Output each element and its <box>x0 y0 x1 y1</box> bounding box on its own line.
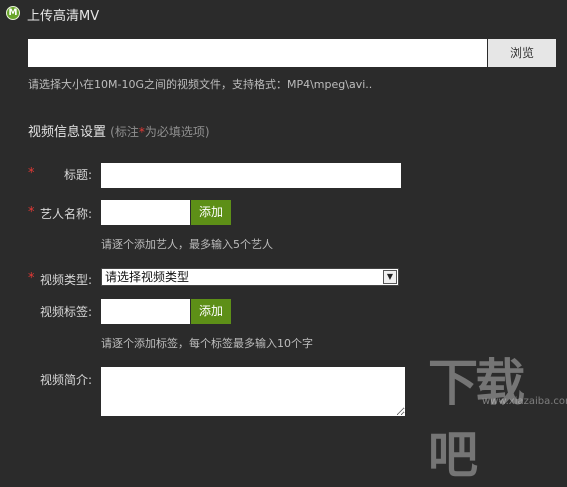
section-title-text: 视频信息设置 <box>28 125 107 140</box>
browse-button[interactable]: 浏览 <box>488 39 556 67</box>
title-label: 标题: <box>64 168 93 182</box>
title-input[interactable] <box>101 163 401 188</box>
app-logo-icon: M <box>6 6 20 20</box>
watermark-url: www.xiazaiba.com <box>482 396 567 407</box>
tag-hint: 请逐个添加标签，每个标签最多输入10个字 <box>101 337 313 350</box>
required-note: (标注*为必填选项) <box>110 125 209 139</box>
file-format-hint: 请选择大小在10M-10G之间的视频文件，支持格式：MP4\mpeg\avi.. <box>28 78 373 91</box>
artist-label: 艺人名称: <box>40 207 93 221</box>
file-path-input[interactable] <box>28 39 487 67</box>
section-title: 视频信息设置 (标注*为必填选项) <box>28 121 210 140</box>
artist-hint: 请逐个添加艺人，最多输入5个艺人 <box>101 238 273 251</box>
type-label: 视频类型: <box>40 273 93 287</box>
type-required-mark: * <box>28 271 35 286</box>
artist-input[interactable] <box>101 200 190 225</box>
video-type-selected: 请选择视频类型 <box>105 270 190 284</box>
add-tag-button[interactable]: 添加 <box>191 299 231 324</box>
title-bar: M 上传高清MV <box>0 0 567 28</box>
intro-textarea[interactable] <box>101 367 405 416</box>
add-artist-button[interactable]: 添加 <box>191 200 231 225</box>
intro-label: 视频简介: <box>40 373 93 387</box>
window-title: 上传高清MV <box>27 9 100 24</box>
tag-input[interactable] <box>101 299 190 324</box>
required-note-prefix: (标注 <box>110 125 139 139</box>
watermark-logo: 下载吧 <box>428 354 525 484</box>
title-required-mark: * <box>28 166 35 181</box>
required-note-suffix: 为必填选项) <box>144 125 210 139</box>
artist-required-mark: * <box>28 205 35 220</box>
chevron-down-icon[interactable]: ▼ <box>383 270 397 284</box>
video-type-select[interactable]: 请选择视频类型 ▼ <box>101 268 399 286</box>
tag-label: 视频标签: <box>40 305 93 319</box>
